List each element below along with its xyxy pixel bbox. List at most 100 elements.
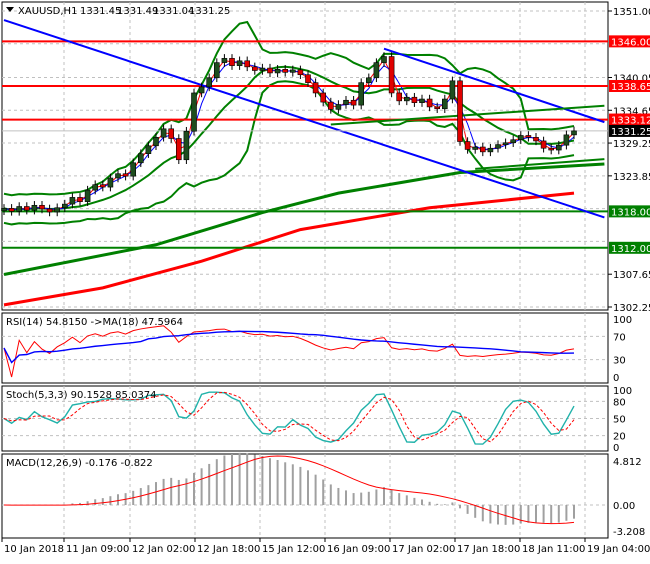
candle-body	[328, 102, 333, 109]
time-label: 10 Jan 2018	[4, 544, 64, 555]
level-label: 1338.65	[611, 82, 650, 93]
candle-body	[496, 145, 501, 149]
trading-chart[interactable]: 1351.001340.051334.651329.251323.851307.…	[0, 0, 650, 560]
candle-body	[518, 135, 523, 139]
candle-body	[100, 185, 105, 187]
time-label: 12 Jan 02:00	[132, 544, 195, 555]
candle-body	[214, 63, 219, 78]
candle-body	[549, 148, 554, 150]
candle-body	[62, 204, 67, 208]
rsi-axis-label: 30	[613, 356, 626, 367]
time-axis: 10 Jan 201811 Jan 09:0012 Jan 02:0012 Ja…	[2, 538, 650, 555]
candle-body	[176, 139, 181, 160]
candle-body	[93, 185, 98, 190]
stoch-axis-label: 50	[613, 415, 626, 426]
candle-body	[534, 137, 539, 141]
candle-body	[131, 163, 136, 176]
candle-body	[465, 142, 470, 150]
candle-body	[169, 129, 174, 139]
candle-body	[230, 58, 235, 65]
candle-body	[123, 174, 128, 176]
candle-body	[442, 99, 447, 109]
level-label: 1333.12	[611, 116, 650, 127]
candle-body	[85, 190, 90, 202]
candle-body	[397, 93, 402, 101]
time-label: 12 Jan 18:00	[197, 544, 260, 555]
candle-body	[275, 69, 280, 73]
open-value: 1331.45	[80, 6, 121, 17]
candle-body	[480, 147, 485, 152]
candle-body	[252, 67, 257, 71]
candle-body	[290, 70, 295, 72]
candle-body	[260, 68, 265, 70]
candle-body	[389, 57, 394, 93]
candle-body	[78, 197, 83, 201]
candle-body	[450, 81, 455, 99]
stoch-axis-label: 80	[613, 397, 626, 408]
stoch-axis-label: 20	[613, 432, 626, 443]
rsi-label: RSI(14) 54.8150 ->MA(18) 47.5964	[6, 317, 183, 328]
candle-body	[511, 140, 516, 143]
candle-body	[138, 154, 143, 163]
candle-body	[237, 61, 242, 66]
candle-body	[420, 99, 425, 103]
rsi-axis-label: 0	[613, 373, 619, 384]
candle-body	[24, 207, 29, 211]
candle-body	[146, 146, 151, 154]
price-tick-label: 1307.65	[613, 270, 650, 281]
stoch-label: Stoch(5,3,3) 90.1528 85.0374	[6, 390, 157, 401]
price-tick-label: 1302.25	[613, 303, 650, 314]
level-label: 1312.00	[611, 244, 650, 255]
candle-body	[556, 145, 561, 150]
candle-body	[222, 58, 227, 62]
candle-body	[268, 68, 273, 73]
level-label: 1346.00	[611, 37, 650, 48]
time-label: 18 Jan 11:00	[522, 544, 585, 555]
candle-body	[541, 141, 546, 148]
candle-body	[70, 197, 75, 204]
chart-header: XAUUSD,H1 1331.45 1331.49 1331.04 1331.2…	[6, 6, 230, 17]
macd-axis-label: 4.812	[613, 457, 642, 468]
rsi-axis-label: 70	[613, 332, 626, 343]
candle-body	[382, 57, 387, 63]
candle-body	[313, 83, 318, 93]
candle-body	[564, 135, 569, 145]
candle-body	[473, 147, 478, 149]
candle-body	[344, 100, 349, 104]
candle-body	[298, 70, 303, 75]
stoch-axis-label: 100	[613, 386, 632, 397]
candle-body	[161, 129, 166, 138]
macd-axis-label: -3.208	[613, 527, 645, 538]
candle-body	[351, 100, 356, 105]
symbol-label: XAUUSD,H1	[18, 6, 77, 17]
candle-body	[17, 207, 22, 212]
candle-body	[207, 78, 212, 87]
candle-body	[47, 209, 52, 212]
candle-body	[321, 93, 326, 102]
candle-body	[374, 63, 379, 78]
close-value: 1331.25	[189, 6, 230, 17]
time-label: 17 Jan 18:00	[457, 544, 520, 555]
candle-body	[116, 174, 121, 178]
candle-body	[526, 135, 531, 137]
candle-body	[184, 131, 189, 160]
stoch-axis-label: 0	[613, 443, 619, 454]
time-label: 17 Jan 02:00	[392, 544, 455, 555]
candle-body	[283, 69, 288, 72]
candle-body	[9, 208, 14, 211]
price-tick-label: 1323.85	[613, 172, 650, 183]
price-tick-label: 1351.00	[613, 7, 650, 18]
candle-body	[2, 208, 7, 210]
candle-body	[306, 75, 311, 83]
level-label: 1318.00	[611, 207, 650, 218]
candle-body	[192, 93, 197, 131]
candle-body	[404, 97, 409, 101]
time-label: 16 Jan 09:00	[327, 544, 390, 555]
time-label: 19 Jan 04:00	[587, 544, 650, 555]
price-panel[interactable]: 1351.001340.051334.651329.251323.851307.…	[2, 2, 650, 314]
candle-body	[412, 97, 417, 102]
candle-body	[154, 137, 159, 146]
current-price-label: 1331.25	[611, 127, 650, 138]
candle-body	[458, 81, 463, 142]
candle-body	[488, 148, 493, 152]
